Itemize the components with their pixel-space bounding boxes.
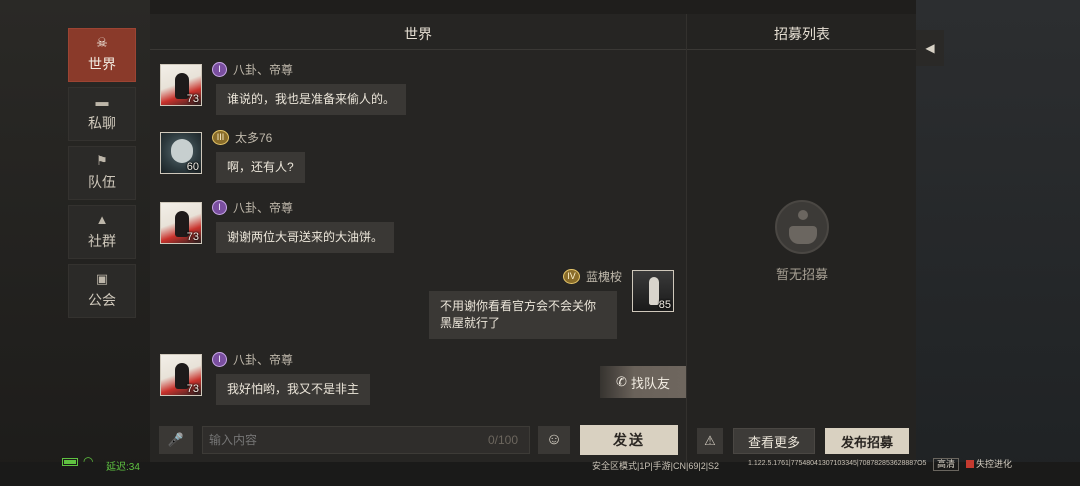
chat-panel: 世界 73 I 八卦、帝尊 谁说的，我也是准备来偷人的。 60 III 太多76…	[150, 14, 686, 462]
warning-icon: ⚠	[704, 433, 716, 448]
logo-mark-icon	[966, 459, 974, 468]
chat-message-self: 85 IV 蓝槐桉 不用谢你看看官方会不会关你黑屋就行了	[420, 268, 678, 340]
empty-recruit-icon	[775, 200, 829, 254]
wifi-icon: ◠	[83, 454, 94, 468]
view-more-button[interactable]: 查看更多	[733, 428, 815, 454]
sender-name[interactable]: 八卦、帝尊	[233, 351, 293, 368]
quality-badge[interactable]: 高清	[933, 458, 960, 471]
nav-tab-world[interactable]: ☠ 世界	[68, 28, 136, 82]
find-team-button[interactable]: ✆ 找队友	[600, 366, 686, 398]
game-logo: 失控进化	[966, 457, 1012, 470]
recruit-panel: 招募列表 暂无招募 ⚠ 查看更多 发布招募	[686, 14, 917, 462]
avatar-level: 73	[186, 383, 199, 395]
chat-icon: ▬	[95, 94, 109, 109]
triangle-left-icon: ◀	[925, 41, 935, 55]
skull-icon: ☠	[96, 35, 108, 50]
campfire-icon: ▲	[95, 212, 109, 227]
nav-tab-label: 私聊	[88, 115, 116, 131]
rank-badge-icon: III	[212, 130, 229, 145]
recruit-title: 招募列表	[687, 14, 917, 50]
message-bubble: 谁说的，我也是准备来偷人的。	[216, 84, 407, 115]
message-bubble: 谢谢两位大哥送来的大油饼。	[216, 222, 395, 253]
find-team-label: 找队友	[630, 375, 670, 391]
sender-line: III 太多76	[212, 129, 272, 146]
nav-tab-community[interactable]: ▲ 社群	[68, 205, 136, 259]
message-bubble: 不用谢你看看官方会不会关你黑屋就行了	[429, 291, 617, 339]
message-input[interactable]	[202, 426, 530, 454]
nav-tab-label: 公会	[88, 292, 116, 308]
nav-tab-guild[interactable]: ▣ 公会	[68, 264, 136, 318]
avatar[interactable]: 60	[160, 132, 202, 174]
sender-name[interactable]: 太多76	[235, 129, 272, 146]
logo-text: 失控进化	[976, 459, 1013, 469]
rank-badge-icon: IV	[562, 269, 580, 284]
banner-icon: ▣	[95, 271, 109, 286]
chat-title: 世界	[150, 14, 686, 50]
avatar[interactable]: 73	[160, 354, 202, 396]
chat-message: 73 I 八卦、帝尊 我好怕哟，我又不是非主	[160, 351, 460, 405]
server-info: 安全区模式|1P|手游|CN|69|2|S2	[592, 461, 720, 471]
sender-name[interactable]: 八卦、帝尊	[233, 61, 293, 78]
message-bubble: 啊，还有人?	[216, 152, 305, 183]
rank-badge-icon: I	[212, 200, 227, 215]
char-counter: 0/100	[488, 433, 519, 447]
message-bubble: 我好怕哟，我又不是非主	[216, 374, 371, 405]
rank-badge-icon: I	[212, 62, 227, 77]
avatar-level: 85	[658, 299, 671, 311]
nav-tab-label: 社群	[88, 233, 116, 249]
chat-message: 73 I 八卦、帝尊 谢谢两位大哥送来的大油饼。	[160, 199, 460, 253]
avatar-level: 60	[186, 161, 199, 173]
avatar[interactable]: 73	[160, 202, 202, 244]
chat-message: 60 III 太多76 啊，还有人?	[160, 129, 460, 183]
microphone-muted-icon: 🎤	[167, 432, 185, 447]
sender-name[interactable]: 八卦、帝尊	[233, 199, 293, 216]
rank-badge-icon: I	[212, 352, 227, 367]
empty-recruit-text: 暂无招募	[775, 267, 828, 282]
chat-message: 73 I 八卦、帝尊 谁说的，我也是准备来偷人的。	[160, 61, 460, 115]
voice-button[interactable]: 🎤	[159, 426, 193, 454]
latency-readout: 延迟:34	[106, 462, 140, 473]
phone-icon: ✆	[616, 374, 627, 389]
avatar[interactable]: 85	[632, 270, 674, 312]
battery-icon	[62, 458, 78, 466]
avatar[interactable]: 73	[160, 64, 202, 106]
emoji-button[interactable]: ☺	[538, 426, 570, 454]
flag-icon: ⚑	[96, 153, 108, 168]
build-info: 1.122.5.1761|77548041307103345|708782853…	[748, 460, 927, 467]
publish-recruit-button[interactable]: 发布招募	[825, 428, 909, 454]
send-button[interactable]: 发送	[580, 425, 678, 455]
sender-line: I 八卦、帝尊	[212, 351, 293, 368]
right-backdrop	[916, 0, 1080, 486]
nav-tab-label: 世界	[88, 56, 116, 72]
nav-tab-label: 队伍	[88, 174, 116, 190]
report-button[interactable]: ⚠	[697, 428, 723, 454]
sender-line: I 八卦、帝尊	[212, 199, 293, 216]
sender-line: IV 蓝槐桉	[562, 268, 622, 285]
avatar-level: 73	[186, 231, 199, 243]
nav-tab-private-chat[interactable]: ▬ 私聊	[68, 87, 136, 141]
collapse-panel-button[interactable]: ◀	[916, 30, 944, 66]
channel-nav: ☠ 世界 ▬ 私聊 ⚑ 队伍 ▲ 社群 ▣ 公会	[68, 28, 136, 323]
nav-tab-team[interactable]: ⚑ 队伍	[68, 146, 136, 200]
avatar-level: 73	[186, 93, 199, 105]
sender-name[interactable]: 蓝槐桉	[586, 268, 622, 285]
sender-line: I 八卦、帝尊	[212, 61, 293, 78]
chat-input-bar: 🎤 0/100 ☺ 发送	[150, 420, 686, 462]
smiley-icon: ☺	[545, 431, 563, 448]
